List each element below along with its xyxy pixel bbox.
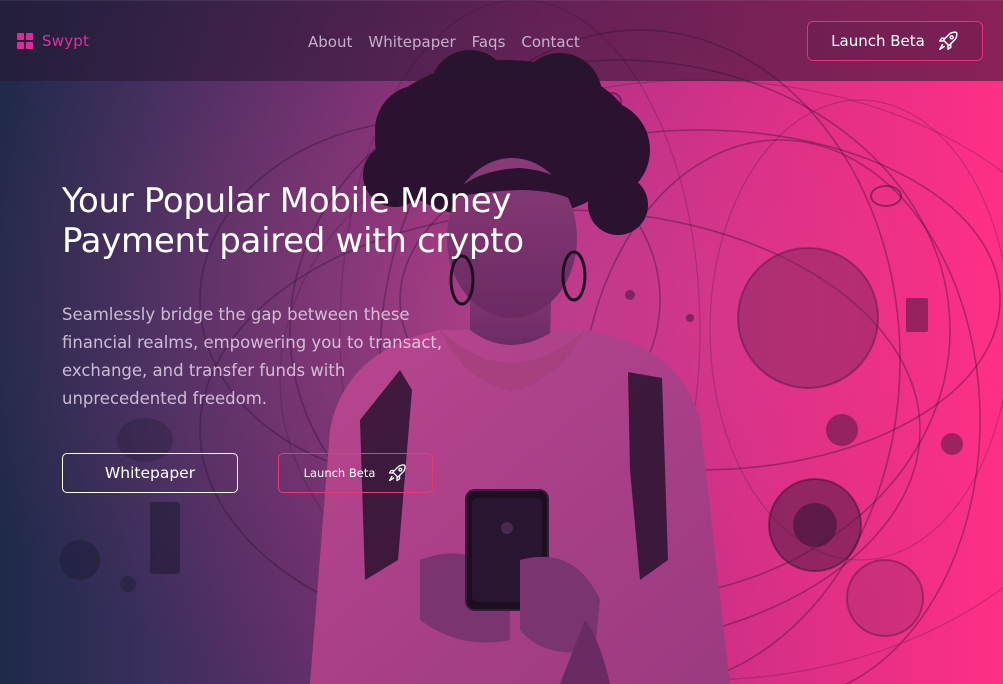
launch-beta-hero-button[interactable]: Launch Beta	[278, 453, 433, 493]
grid-logo-icon	[17, 32, 34, 50]
landing-page: Swypt About Whitepaper Faqs Contact Laun…	[0, 0, 1003, 684]
launch-beta-nav-label: Launch Beta	[831, 32, 925, 50]
nav-link-contact[interactable]: Contact	[521, 33, 579, 51]
rocket-icon	[938, 31, 958, 50]
whitepaper-button[interactable]: Whitepaper	[62, 453, 238, 493]
rocket-icon	[389, 464, 407, 482]
launch-beta-hero-label: Launch Beta	[303, 466, 376, 480]
brand-logo[interactable]: Swypt	[17, 32, 89, 50]
hero-title: Your Popular Mobile Money Payment paired…	[62, 181, 524, 261]
nav-link-whitepaper[interactable]: Whitepaper	[368, 33, 455, 51]
launch-beta-nav-button[interactable]: Launch Beta	[807, 21, 983, 61]
brand-name: Swypt	[42, 32, 90, 50]
top-navbar: Swypt About Whitepaper Faqs Contact Laun…	[0, 0, 1003, 81]
nav-links: About Whitepaper Faqs Contact	[308, 33, 580, 51]
nav-link-about[interactable]: About	[308, 33, 352, 51]
nav-link-faqs[interactable]: Faqs	[472, 33, 506, 51]
hero-subtitle: Seamlessly bridge the gap between these …	[62, 305, 443, 408]
